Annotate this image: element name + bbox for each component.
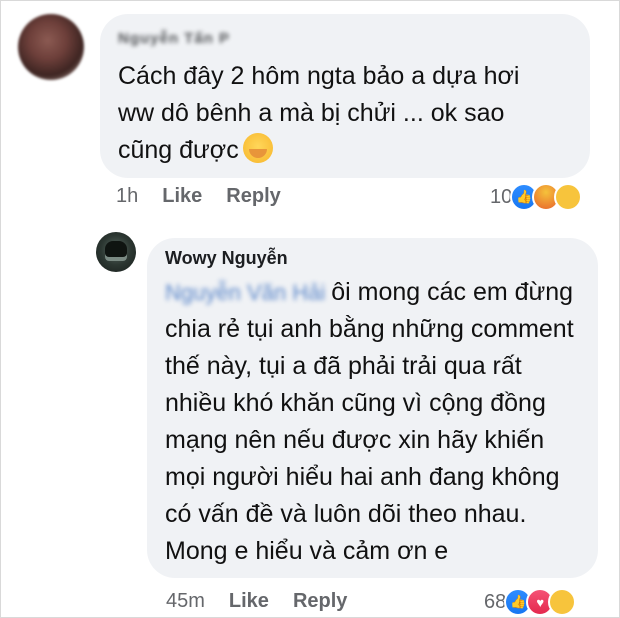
- comment-text-line: ww dô bênh a mà bị chửi ... ok sao: [118, 99, 505, 127]
- reply-button[interactable]: Reply: [226, 185, 280, 208]
- care-icon: [548, 588, 577, 616]
- haha-icon: [554, 183, 583, 211]
- reply-author-avatar[interactable]: [96, 232, 136, 272]
- like-button[interactable]: Like: [162, 185, 202, 208]
- reply-text: Nguyễn Văn Hải ôi mong các em đừng chia r…: [165, 274, 585, 570]
- reaction-count: 68: [484, 590, 507, 613]
- reaction-count: 10: [490, 185, 513, 208]
- comment-author-name[interactable]: Nguyễn Tấn P: [118, 30, 278, 47]
- hugging-face-emoji-icon: [242, 133, 273, 163]
- commenter-avatar[interactable]: [18, 14, 84, 80]
- like-button[interactable]: Like: [229, 590, 269, 613]
- reaction-summary[interactable]: 10 👍: [490, 183, 583, 211]
- reply-timestamp[interactable]: 45m: [166, 590, 205, 613]
- reaction-summary[interactable]: 68 👍 ♥: [484, 588, 577, 616]
- mention-tag[interactable]: Nguyễn Văn Hải: [165, 274, 325, 311]
- comment-actions: 1h Like Reply: [116, 185, 305, 208]
- reply-text-body: ôi mong các em đừng chia rẻ tụi anh bằng…: [165, 278, 574, 565]
- helmet-avatar-graphic: [105, 241, 127, 261]
- reply-actions: 45m Like Reply: [166, 590, 371, 613]
- comment-text: Cách đây 2 hôm ngta bảo a dựa hơi ww dô …: [118, 58, 578, 169]
- comment-timestamp[interactable]: 1h: [116, 185, 138, 208]
- reply-button[interactable]: Reply: [293, 590, 347, 613]
- reply-author-name[interactable]: Wowy Nguyễn: [165, 248, 288, 269]
- comment-text-end: cũng được: [118, 136, 239, 164]
- comment-text-line: Cách đây 2 hôm ngta bảo a dựa hơi: [118, 62, 520, 90]
- comment-text-line: cũng được: [118, 132, 578, 169]
